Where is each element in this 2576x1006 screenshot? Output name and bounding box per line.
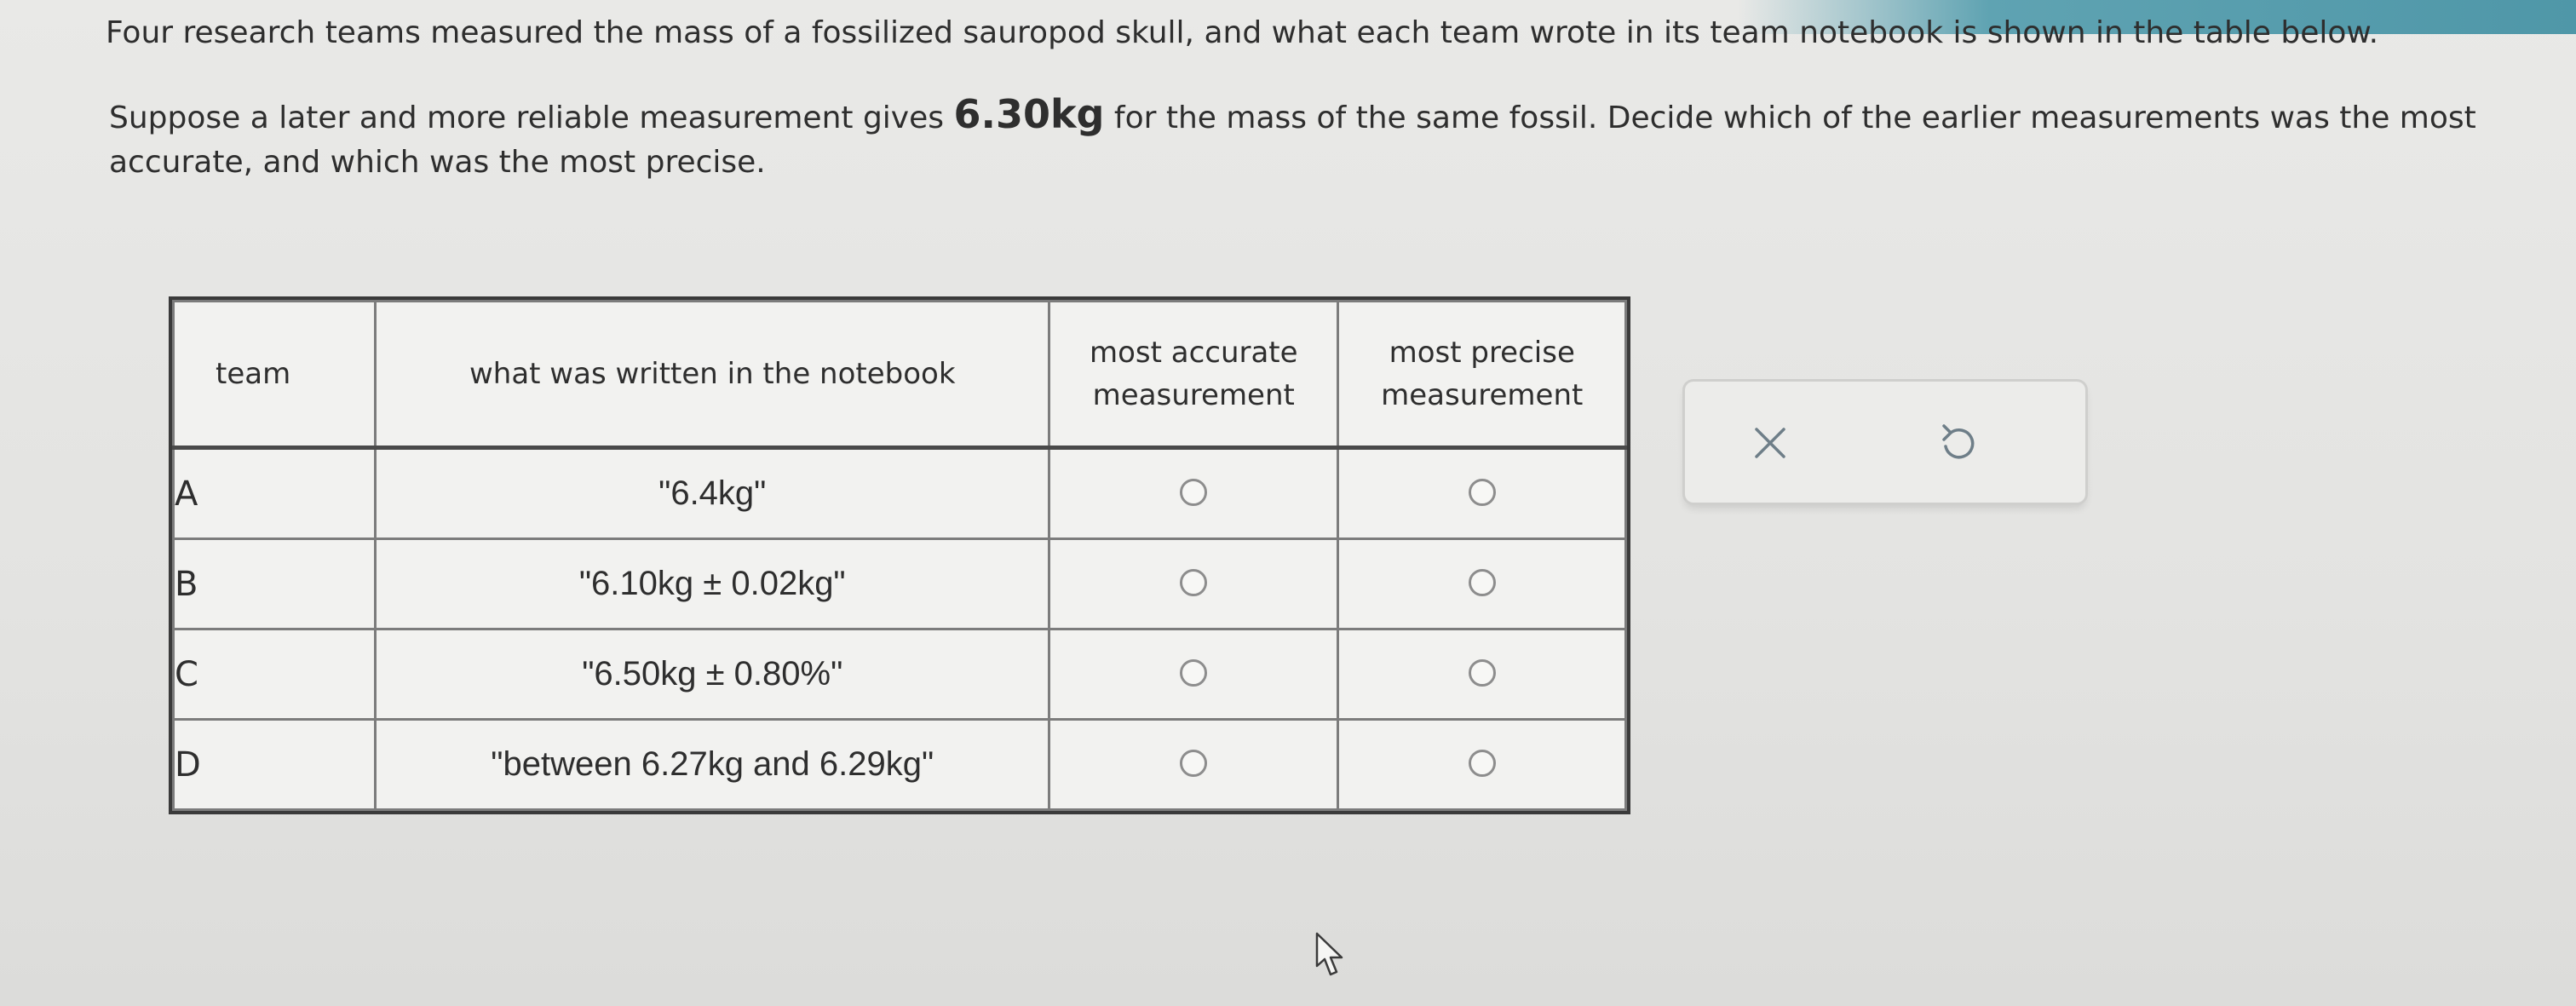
- accurate-cell: [1048, 446, 1340, 540]
- accurate-radio-d[interactable]: [1180, 749, 1208, 777]
- precise-cell: [1337, 718, 1627, 811]
- header-most-precise: most precise measurement: [1337, 300, 1627, 450]
- table-row-b: B "6.10kg ± 0.02kg": [171, 537, 1627, 630]
- accurate-radio-b[interactable]: [1180, 568, 1208, 596]
- table-row-c: C "6.50kg ± 0.80%": [171, 628, 1627, 721]
- intro-text: Four research teams measured the mass of…: [106, 15, 2379, 50]
- header-team: team: [171, 300, 377, 450]
- precise-radio-a[interactable]: [1468, 478, 1496, 506]
- precise-radio-d[interactable]: [1468, 749, 1496, 777]
- precise-cell: [1337, 446, 1627, 540]
- x-icon: [1755, 428, 1785, 458]
- accurate-cell: [1048, 718, 1340, 811]
- accurate-radio-a[interactable]: [1180, 478, 1208, 506]
- accurate-cell: [1048, 628, 1340, 721]
- question-text: Suppose a later and more reliable measur…: [109, 92, 2545, 185]
- table-row-a: A "6.4kg": [171, 446, 1627, 540]
- accurate-cell: [1048, 537, 1340, 630]
- undo-button[interactable]: [1932, 417, 1983, 469]
- team-label: C: [171, 628, 377, 721]
- header-most-accurate: most accurate measurement: [1048, 300, 1340, 450]
- answer-action-panel: [1685, 382, 2085, 503]
- notebook-entry: "6.10kg ± 0.02kg": [374, 537, 1051, 630]
- precise-radio-b[interactable]: [1468, 568, 1496, 596]
- team-label: A: [171, 446, 377, 540]
- notebook-entry: "between 6.27kg and 6.29kg": [374, 718, 1051, 811]
- precise-radio-c[interactable]: [1468, 658, 1496, 687]
- notebook-entry: "6.4kg": [374, 446, 1051, 540]
- precise-cell: [1337, 628, 1627, 721]
- accurate-radio-c[interactable]: [1180, 658, 1208, 687]
- clear-button[interactable]: [1745, 417, 1796, 469]
- table-header-row: team what was written in the notebook mo…: [171, 300, 1627, 450]
- undo-icon: [1942, 424, 1975, 459]
- team-label: D: [171, 718, 377, 811]
- table-row-d: D "between 6.27kg and 6.29kg": [171, 718, 1627, 811]
- team-label: B: [171, 537, 377, 630]
- header-written: what was written in the notebook: [374, 300, 1051, 450]
- reference-mass: 6.30kg: [953, 91, 1105, 137]
- question-text-before: Suppose a later and more reliable measur…: [109, 101, 954, 135]
- precise-cell: [1337, 537, 1627, 630]
- mouse-pointer-icon: [1315, 932, 1343, 976]
- measurement-table: team what was written in the notebook mo…: [171, 300, 1627, 811]
- notebook-entry: "6.50kg ± 0.80%": [374, 628, 1051, 721]
